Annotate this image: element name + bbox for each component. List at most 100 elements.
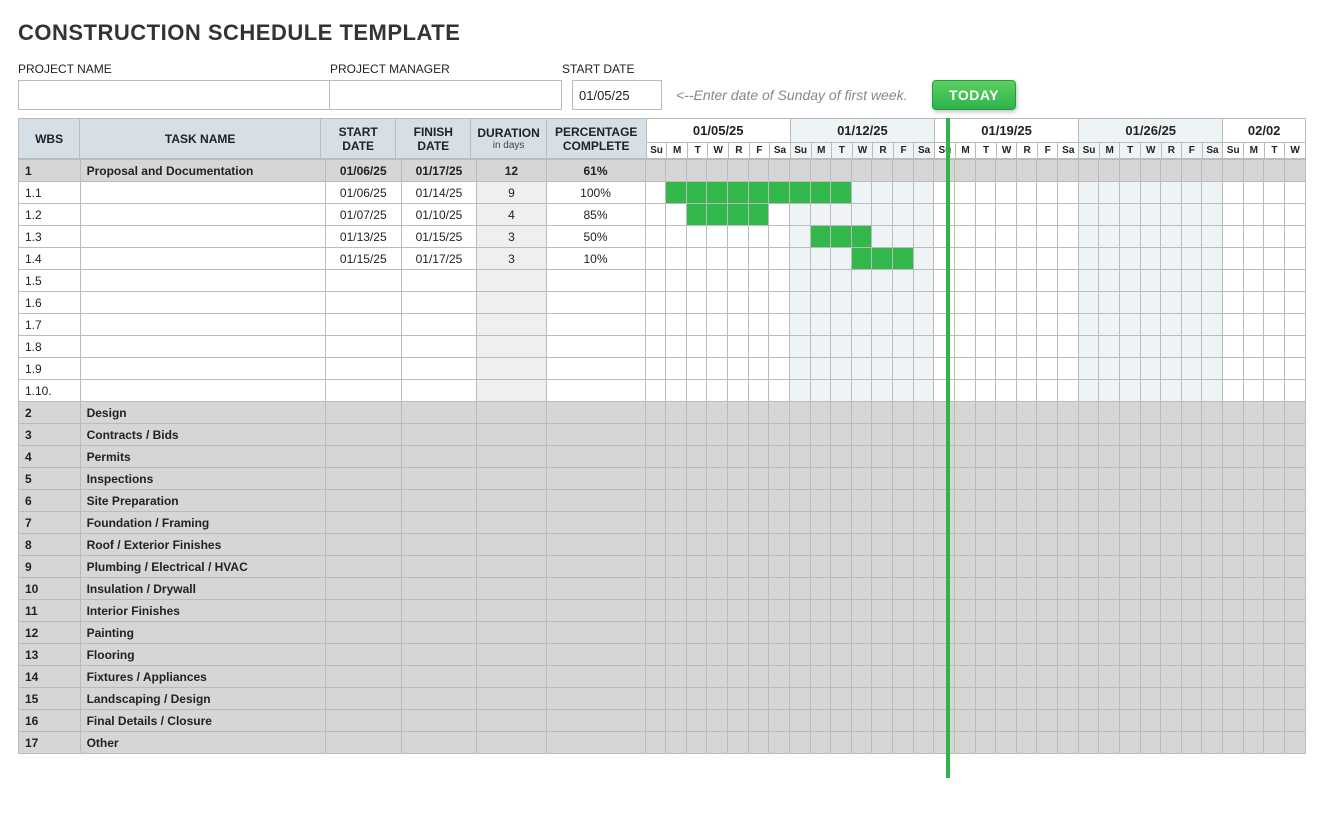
cell-task[interactable]: Roof / Exterior Finishes [80, 534, 325, 556]
cal-cell[interactable] [851, 710, 872, 732]
cal-cell[interactable] [975, 336, 996, 358]
cal-cell[interactable] [934, 468, 955, 490]
cal-cell[interactable] [810, 446, 831, 468]
cal-cell[interactable] [1140, 248, 1161, 270]
cell-wbs[interactable]: 1.10. [19, 380, 81, 402]
cell-wbs[interactable]: 14 [19, 666, 81, 688]
cell-percent[interactable] [546, 468, 645, 490]
cal-cell[interactable] [1016, 732, 1037, 754]
cal-cell[interactable] [810, 468, 831, 490]
cal-cell[interactable] [789, 578, 810, 600]
cal-cell[interactable] [686, 314, 707, 336]
cal-cell[interactable] [1037, 644, 1058, 666]
cal-cell[interactable] [1264, 402, 1285, 424]
cell-duration[interactable] [477, 402, 546, 424]
cal-cell[interactable] [1058, 512, 1079, 534]
cal-cell[interactable] [954, 666, 975, 688]
cal-cell[interactable] [728, 248, 749, 270]
cal-cell[interactable] [810, 490, 831, 512]
cal-cell[interactable] [1284, 270, 1305, 292]
cal-cell[interactable] [1037, 446, 1058, 468]
cell-percent[interactable] [546, 534, 645, 556]
cell-start-date[interactable] [325, 732, 401, 754]
cal-cell[interactable] [1078, 688, 1099, 710]
cal-cell[interactable] [1223, 490, 1244, 512]
cal-cell[interactable] [1099, 512, 1120, 534]
cell-start-date[interactable] [325, 622, 401, 644]
cal-cell[interactable] [934, 314, 955, 336]
cal-cell[interactable] [1181, 600, 1202, 622]
cal-cell[interactable] [1161, 248, 1182, 270]
cal-cell[interactable] [1264, 160, 1285, 182]
cal-cell[interactable] [1264, 336, 1285, 358]
cell-task[interactable] [80, 182, 325, 204]
cal-cell[interactable] [1243, 600, 1264, 622]
cell-finish-date[interactable] [401, 314, 477, 336]
cal-cell[interactable] [934, 732, 955, 754]
cal-cell[interactable] [893, 402, 914, 424]
cell-wbs[interactable]: 1.3 [19, 226, 81, 248]
cal-cell[interactable] [810, 380, 831, 402]
cal-cell[interactable] [1016, 600, 1037, 622]
cell-finish-date[interactable] [401, 358, 477, 380]
cell-duration[interactable] [477, 424, 546, 446]
cal-cell[interactable] [1202, 402, 1223, 424]
cal-cell[interactable] [934, 600, 955, 622]
cal-cell[interactable] [1284, 358, 1305, 380]
cal-cell[interactable] [975, 182, 996, 204]
cal-cell[interactable] [934, 204, 955, 226]
cal-cell[interactable] [913, 688, 934, 710]
cell-start-date[interactable] [325, 578, 401, 600]
cal-cell[interactable] [728, 182, 749, 204]
cal-cell[interactable] [872, 578, 893, 600]
cal-cell[interactable] [1243, 732, 1264, 754]
cal-cell[interactable] [851, 622, 872, 644]
cal-cell[interactable] [872, 248, 893, 270]
cell-duration[interactable] [477, 490, 546, 512]
cal-cell[interactable] [1016, 336, 1037, 358]
cal-cell[interactable] [1181, 578, 1202, 600]
cal-cell[interactable] [996, 446, 1017, 468]
cal-cell[interactable] [810, 402, 831, 424]
cal-cell[interactable] [1223, 160, 1244, 182]
cal-cell[interactable] [1016, 644, 1037, 666]
cal-cell[interactable] [748, 270, 769, 292]
cal-cell[interactable] [996, 644, 1017, 666]
cal-cell[interactable] [975, 710, 996, 732]
cal-cell[interactable] [1223, 688, 1244, 710]
cal-cell[interactable] [1140, 710, 1161, 732]
cal-cell[interactable] [1202, 160, 1223, 182]
cal-cell[interactable] [1243, 710, 1264, 732]
cell-finish-date[interactable] [401, 336, 477, 358]
cal-cell[interactable] [666, 292, 687, 314]
cal-cell[interactable] [1181, 688, 1202, 710]
cal-cell[interactable] [1058, 710, 1079, 732]
cal-cell[interactable] [996, 402, 1017, 424]
cal-cell[interactable] [1202, 644, 1223, 666]
cal-cell[interactable] [810, 666, 831, 688]
cal-cell[interactable] [769, 292, 790, 314]
cal-cell[interactable] [1078, 710, 1099, 732]
cell-start-date[interactable] [325, 358, 401, 380]
cal-cell[interactable] [789, 182, 810, 204]
cal-cell[interactable] [893, 688, 914, 710]
cal-cell[interactable] [1099, 226, 1120, 248]
cal-cell[interactable] [934, 402, 955, 424]
cal-cell[interactable] [1181, 512, 1202, 534]
cell-duration[interactable] [477, 644, 546, 666]
cal-cell[interactable] [996, 380, 1017, 402]
cal-cell[interactable] [707, 160, 728, 182]
cell-start-date[interactable] [325, 666, 401, 688]
cal-cell[interactable] [1016, 490, 1037, 512]
cell-wbs[interactable]: 6 [19, 490, 81, 512]
cal-cell[interactable] [954, 556, 975, 578]
cell-percent[interactable] [546, 446, 645, 468]
cal-cell[interactable] [1037, 314, 1058, 336]
cal-cell[interactable] [728, 424, 749, 446]
cell-task[interactable]: Foundation / Framing [80, 512, 325, 534]
cal-cell[interactable] [666, 490, 687, 512]
cal-cell[interactable] [1161, 336, 1182, 358]
cell-duration[interactable]: 12 [477, 160, 546, 182]
cal-cell[interactable] [1016, 424, 1037, 446]
cal-cell[interactable] [789, 622, 810, 644]
